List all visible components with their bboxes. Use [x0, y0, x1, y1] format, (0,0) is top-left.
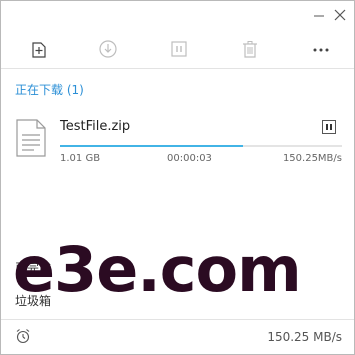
close-button[interactable] [332, 7, 348, 23]
file-size: 1.01 GB [60, 153, 101, 164]
delete-button[interactable] [238, 37, 262, 61]
start-download-button[interactable] [96, 37, 120, 61]
progress-bar [60, 145, 342, 147]
more-icon [313, 48, 329, 52]
download-manager-window: 正在下载 (1) TestFile.zip 1.01 GB 00:00:03 1… [0, 0, 355, 355]
total-speed: 150.25 MB/s [267, 330, 342, 344]
close-icon [334, 9, 346, 21]
status-divider [1, 319, 354, 320]
toolbar [1, 37, 354, 61]
download-speed: 150.25MB/s [282, 153, 342, 164]
pause-icon [171, 41, 187, 57]
delete-icon [243, 41, 257, 58]
alarm-clock-icon[interactable] [15, 328, 31, 344]
elapsed-time: 00:00:03 [167, 153, 212, 164]
pause-all-button[interactable] [167, 37, 191, 61]
more-button[interactable] [309, 37, 333, 61]
trash-section[interactable]: 垃圾箱 [15, 292, 51, 309]
downloading-section-header[interactable]: 正在下载 (1) [15, 81, 84, 98]
download-icon [99, 40, 117, 58]
file-name: TestFile.zip [60, 119, 131, 134]
minimize-icon [314, 15, 324, 17]
progress-fill [60, 145, 244, 147]
new-task-button[interactable] [26, 37, 50, 61]
download-item[interactable]: TestFile.zip 1.01 GB 00:00:03 150.25MB/s [1, 109, 354, 169]
item-pause-button[interactable] [322, 120, 336, 134]
minimize-button[interactable] [311, 7, 327, 23]
file-icon [16, 119, 46, 157]
watermark: e3e.com [13, 233, 302, 306]
completed-section[interactable]: 已完成 [15, 259, 51, 276]
new-task-icon [32, 42, 46, 58]
toolbar-divider [1, 68, 354, 69]
